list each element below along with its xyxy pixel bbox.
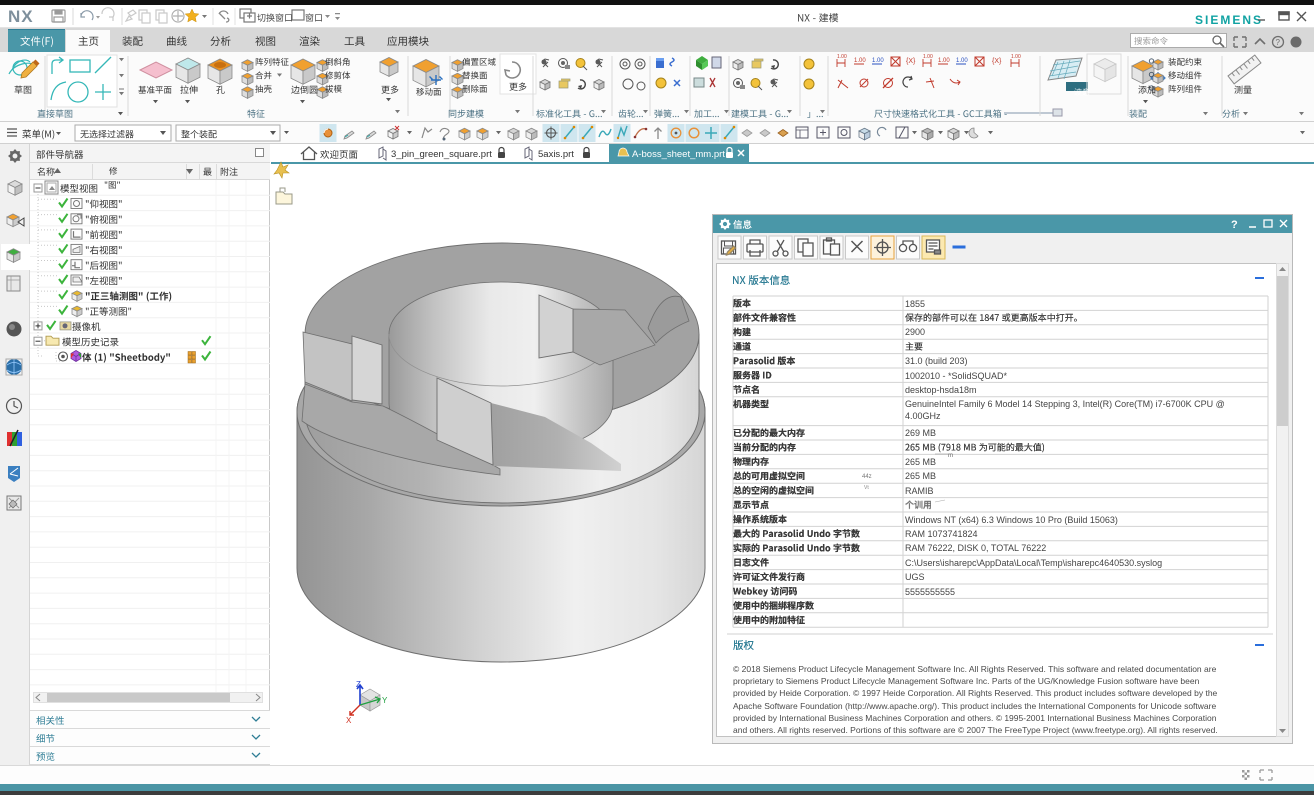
svg-text:Vt: Vt	[864, 485, 869, 491]
svg-text:Y: Y	[382, 696, 388, 705]
svg-text:X: X	[346, 716, 352, 725]
svg-text:44z: 44z	[862, 474, 872, 480]
svg-text:Z: Z	[356, 680, 361, 689]
